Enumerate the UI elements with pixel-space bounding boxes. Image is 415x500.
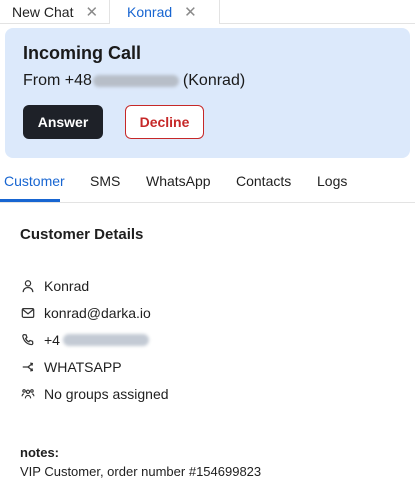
customer-phone-row: +4 — [20, 330, 149, 350]
customer-phone-prefix: +4 — [44, 332, 60, 348]
tab-sms[interactable]: SMS — [90, 173, 120, 189]
close-icon[interactable]: ✕ — [184, 5, 197, 20]
incoming-call-card: Incoming Call From +48 (Konrad) Answer D… — [5, 28, 410, 158]
customer-channel: WHATSAPP — [44, 359, 122, 375]
customer-email: konrad@darka.io — [44, 305, 151, 321]
close-icon[interactable]: ✕ — [85, 5, 98, 20]
customer-details-heading: Customer Details — [20, 226, 144, 243]
call-title: Incoming Call — [23, 43, 142, 63]
tab-logs[interactable]: Logs — [317, 173, 347, 189]
window-tab-strip: New Chat ✕ Konrad ✕ — [0, 0, 415, 25]
tab-whatsapp[interactable]: WhatsApp — [146, 173, 211, 189]
window-tab-label: Konrad — [127, 4, 173, 20]
customer-groups-row: No groups assigned — [20, 384, 169, 404]
active-tab-indicator — [0, 199, 60, 202]
share-icon — [20, 359, 36, 375]
tab-customer[interactable]: Customer — [4, 173, 65, 189]
notes-text: VIP Customer, order number #154699823 — [20, 464, 262, 479]
customer-email-row: konrad@darka.io — [20, 303, 151, 323]
section-tabs: Customer SMS WhatsApp Contacts Logs — [0, 170, 415, 203]
group-icon — [20, 386, 36, 402]
window-tab-new-chat[interactable]: New Chat ✕ — [0, 0, 110, 24]
redacted-phone-number — [62, 334, 149, 346]
customer-groups: No groups assigned — [44, 386, 169, 402]
customer-name-row: Konrad — [20, 276, 89, 296]
customer-name: Konrad — [44, 278, 90, 294]
answer-button[interactable]: Answer — [23, 105, 103, 139]
window-tab-konrad[interactable]: Konrad ✕ — [110, 0, 220, 25]
window-tab-label: New Chat — [12, 4, 74, 20]
phone-icon — [20, 332, 36, 348]
notes-label: notes: — [20, 445, 59, 460]
call-from-name: (Konrad) — [182, 72, 246, 89]
tab-contacts[interactable]: Contacts — [236, 173, 291, 189]
decline-button[interactable]: Decline — [125, 105, 204, 139]
customer-channel-row: WHATSAPP — [20, 357, 122, 377]
redacted-phone-number — [92, 75, 179, 87]
person-icon — [20, 278, 36, 294]
call-from-line: From +48 (Konrad) — [23, 72, 245, 90]
mail-icon — [20, 305, 36, 321]
call-from-prefix: From +48 — [23, 72, 92, 89]
